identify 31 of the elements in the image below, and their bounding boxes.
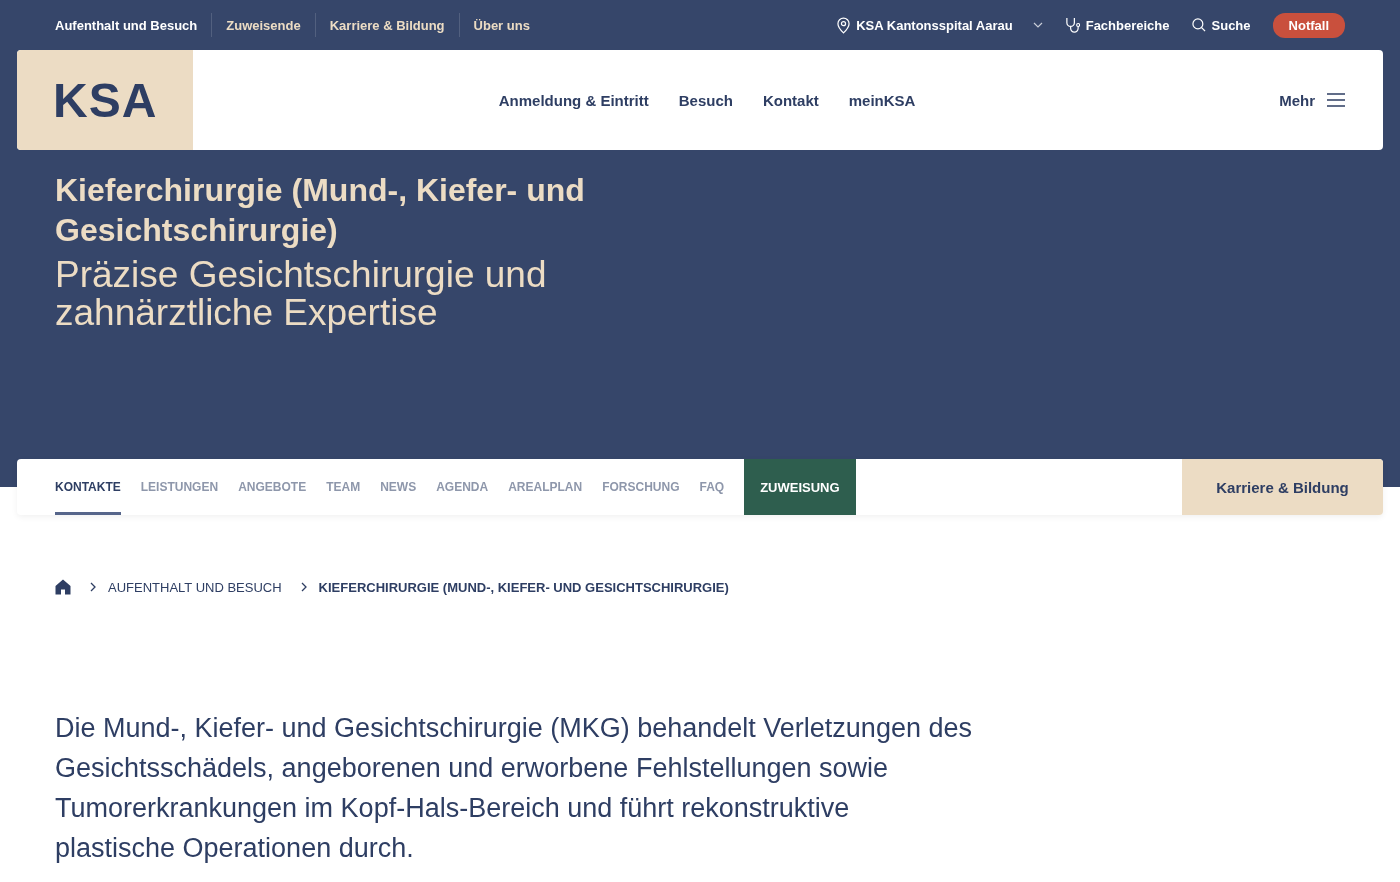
top-nav-link[interactable]: Karriere & Bildung [329, 13, 445, 37]
page-subtitle: Präzise Gesichtschirurgie und zahnärztliche Expertise [55, 256, 548, 332]
emergency-button[interactable]: Notfall [1272, 12, 1345, 38]
main-nav-link[interactable]: Kontakt [762, 91, 819, 109]
home-link[interactable] [55, 579, 71, 595]
stethoscope-icon [1064, 16, 1080, 34]
main-nav-link[interactable]: Besuch [678, 91, 733, 109]
logo[interactable]: KSA [17, 50, 193, 150]
top-nav-link[interactable]: Zuweisende [226, 13, 301, 37]
search-link[interactable]: Suche [1191, 13, 1251, 37]
chevron-down-icon [1032, 22, 1043, 28]
more-menu-button[interactable]: Mehr [1279, 87, 1345, 113]
main-nav-link[interactable]: meinKSA [848, 91, 916, 109]
search-icon [1191, 18, 1206, 32]
referral-tab[interactable]: ZUWEISUNG [744, 459, 856, 515]
location-selector[interactable]: KSA Kantonsspital Aarau [837, 12, 1043, 38]
chevron-right-icon [300, 582, 307, 592]
top-nav-link[interactable]: Über uns [473, 13, 530, 37]
main-nav-link[interactable]: Anmeldung & Eintritt [498, 91, 649, 109]
breadcrumb-current-page: KIEFERCHIRURGIE (MUND-, KIEFER- UND GESICHTSCHIRURGIE) [318, 579, 729, 595]
page-title: Kieferchirurgie (Mund-, Kiefer- und Gesichtschirurgie) [55, 171, 586, 250]
career-button[interactable]: Karriere & Bildung [1182, 459, 1383, 515]
chevron-right-icon [90, 582, 96, 592]
departments-link[interactable]: Fachbereiche [1064, 12, 1170, 38]
home-icon [55, 579, 71, 595]
top-nav-link[interactable]: Aufenthalt und Besuch [55, 13, 198, 37]
section-tab[interactable]: KONTAKTE [55, 459, 121, 515]
intro-paragraph: Die Mund-, Kiefer- und Gesichtschirurgie (MKG) behandelt Verletzungen des Gesichtsschädels, angeborenen und erworbene Fehlstellungen sowie Tumorerkrankungen im Kopf-Hals-Bereich und führt rekonstruktive plastische Operationen durch. [55, 712, 973, 865]
location-pin-icon [837, 16, 851, 34]
breadcrumb-link[interactable]: AUFENTHALT UND BESUCH [108, 579, 282, 595]
menu-icon [1327, 93, 1345, 107]
